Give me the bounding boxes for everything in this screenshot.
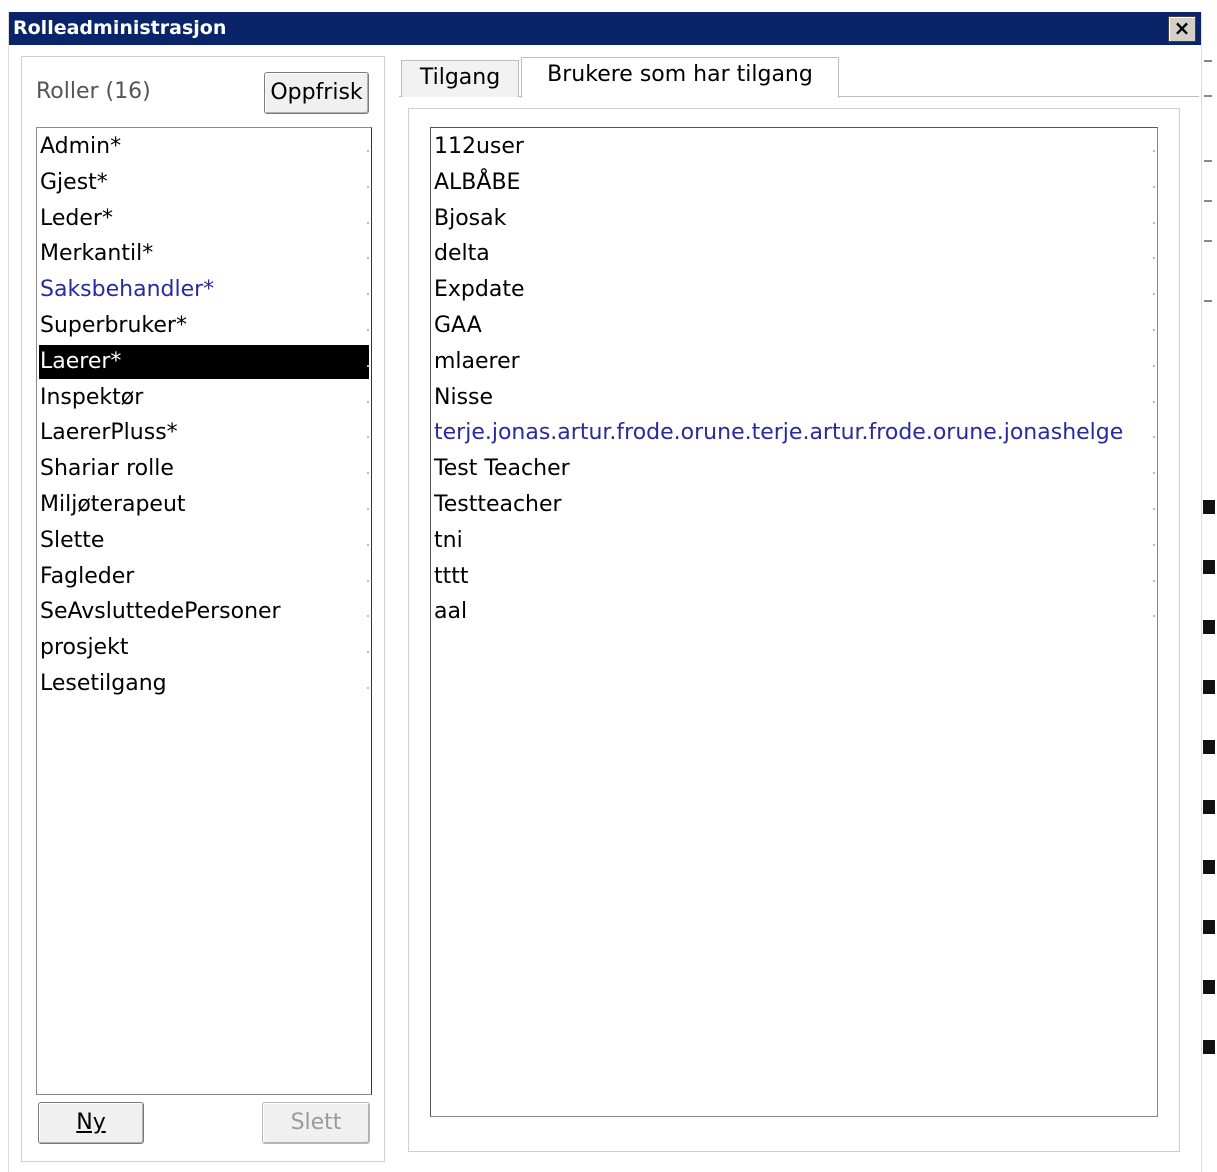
user-item[interactable]: Test Teacher [433, 452, 1155, 486]
row-separator-dot [367, 543, 369, 546]
close-icon: × [1173, 16, 1191, 40]
window-title: Rolleadministrasjon [13, 17, 227, 39]
row-separator-dot [1153, 257, 1155, 260]
roles-count-label: Roller (16) [36, 79, 151, 104]
role-item[interactable]: Merkantil* [39, 237, 369, 271]
role-admin-dialog: Rolleadministrasjon × Roller (16) Oppfri… [8, 12, 1202, 1172]
roles-panel: Roller (16) Oppfrisk Admin* Gjest* Leder* M… [21, 56, 385, 1162]
row-separator-dot [367, 364, 369, 367]
row-separator-dot [367, 293, 369, 296]
row-separator-dot [367, 687, 369, 689]
row-separator-dot [1153, 400, 1155, 403]
refresh-button[interactable]: Oppfrisk [264, 72, 369, 114]
row-separator-dot [1153, 150, 1155, 152]
user-item[interactable]: Nisse [433, 381, 1155, 415]
details-panel: Tilgang Brukere som har tilgang 112user A… [399, 56, 1199, 1160]
row-separator-dot [367, 221, 369, 224]
row-separator-dot [1153, 329, 1155, 331]
role-item[interactable]: prosjekt [39, 631, 369, 665]
row-separator-dot [1153, 221, 1155, 224]
roles-list[interactable]: Admin* Gjest* Leder* Merkantil* Saksbehandle… [36, 127, 372, 1095]
role-item[interactable]: Superbruker* [39, 309, 369, 343]
user-item[interactable]: ALBÅBE [433, 166, 1155, 200]
role-item[interactable]: LaererPluss* [39, 416, 369, 450]
row-separator-dot [367, 329, 369, 331]
row-separator-dot [367, 615, 369, 618]
row-separator-dot [1153, 185, 1155, 188]
role-item[interactable]: Slette [39, 524, 369, 558]
tab-content: 112user ALBÅBE Bjosak delta Expdate GAA mlaere… [408, 108, 1180, 1152]
new-role-button[interactable]: Ny [38, 1102, 144, 1144]
close-button[interactable]: × [1168, 16, 1196, 42]
row-separator-dot [1153, 615, 1155, 618]
user-item[interactable]: 112user [433, 130, 1155, 164]
row-separator-dot [1153, 579, 1155, 582]
role-item[interactable]: Shariar rolle [39, 452, 369, 486]
user-item[interactable]: mlaerer [433, 345, 1155, 379]
role-item[interactable]: Lesetilgang [39, 667, 369, 701]
row-separator-dot [367, 257, 369, 260]
row-separator-dot [367, 508, 369, 510]
row-separator-dot [367, 150, 369, 152]
row-separator-dot [367, 185, 369, 188]
title-bar[interactable]: Rolleadministrasjon × [9, 12, 1201, 45]
user-item[interactable]: Expdate [433, 273, 1155, 307]
row-separator-dot [367, 436, 369, 439]
tab-users-with-access[interactable]: Brukere som har tilgang [521, 57, 839, 98]
user-item[interactable]: GAA [433, 309, 1155, 343]
user-item[interactable]: aal [433, 595, 1155, 629]
tab-access[interactable]: Tilgang [401, 60, 519, 97]
role-item[interactable]: Miljøterapeut [39, 488, 369, 522]
row-separator-dot [1153, 508, 1155, 510]
new-role-label: Ny [76, 1110, 106, 1135]
row-separator-dot [367, 579, 369, 582]
tab-strip: Tilgang Brukere som har tilgang [399, 56, 1199, 98]
row-separator-dot [367, 472, 369, 475]
user-item[interactable]: Testteacher [433, 488, 1155, 522]
row-separator-dot [1153, 436, 1155, 439]
role-item[interactable]: Fagleder [39, 560, 369, 594]
user-item[interactable]: tttt [433, 560, 1155, 594]
row-separator-dot [1153, 293, 1155, 296]
user-item[interactable]: Bjosak [433, 202, 1155, 236]
user-item[interactable]: terje.jonas.artur.frode.orune.terje.artu… [433, 416, 1155, 450]
row-separator-dot [1153, 543, 1155, 546]
role-item[interactable]: Admin* [39, 130, 369, 164]
role-item[interactable]: Saksbehandler* [39, 273, 369, 307]
role-item[interactable]: Gjest* [39, 166, 369, 200]
role-item[interactable]: Laerer* [39, 344, 369, 379]
row-separator-dot [367, 651, 369, 654]
delete-role-button[interactable]: Slett [262, 1102, 370, 1144]
user-item[interactable]: tni [433, 524, 1155, 558]
users-list[interactable]: 112user ALBÅBE Bjosak delta Expdate GAA mlaere… [430, 127, 1158, 1117]
user-item[interactable]: delta [433, 237, 1155, 271]
row-separator-dot [1153, 472, 1155, 475]
row-separator-dot [367, 400, 369, 403]
role-item[interactable]: Inspektør [39, 381, 369, 415]
background-window-edge [1200, 0, 1217, 1172]
role-item[interactable]: Leder* [39, 202, 369, 236]
row-separator-dot [1153, 364, 1155, 367]
role-item[interactable]: SeAvsluttedePersoner [39, 595, 369, 629]
